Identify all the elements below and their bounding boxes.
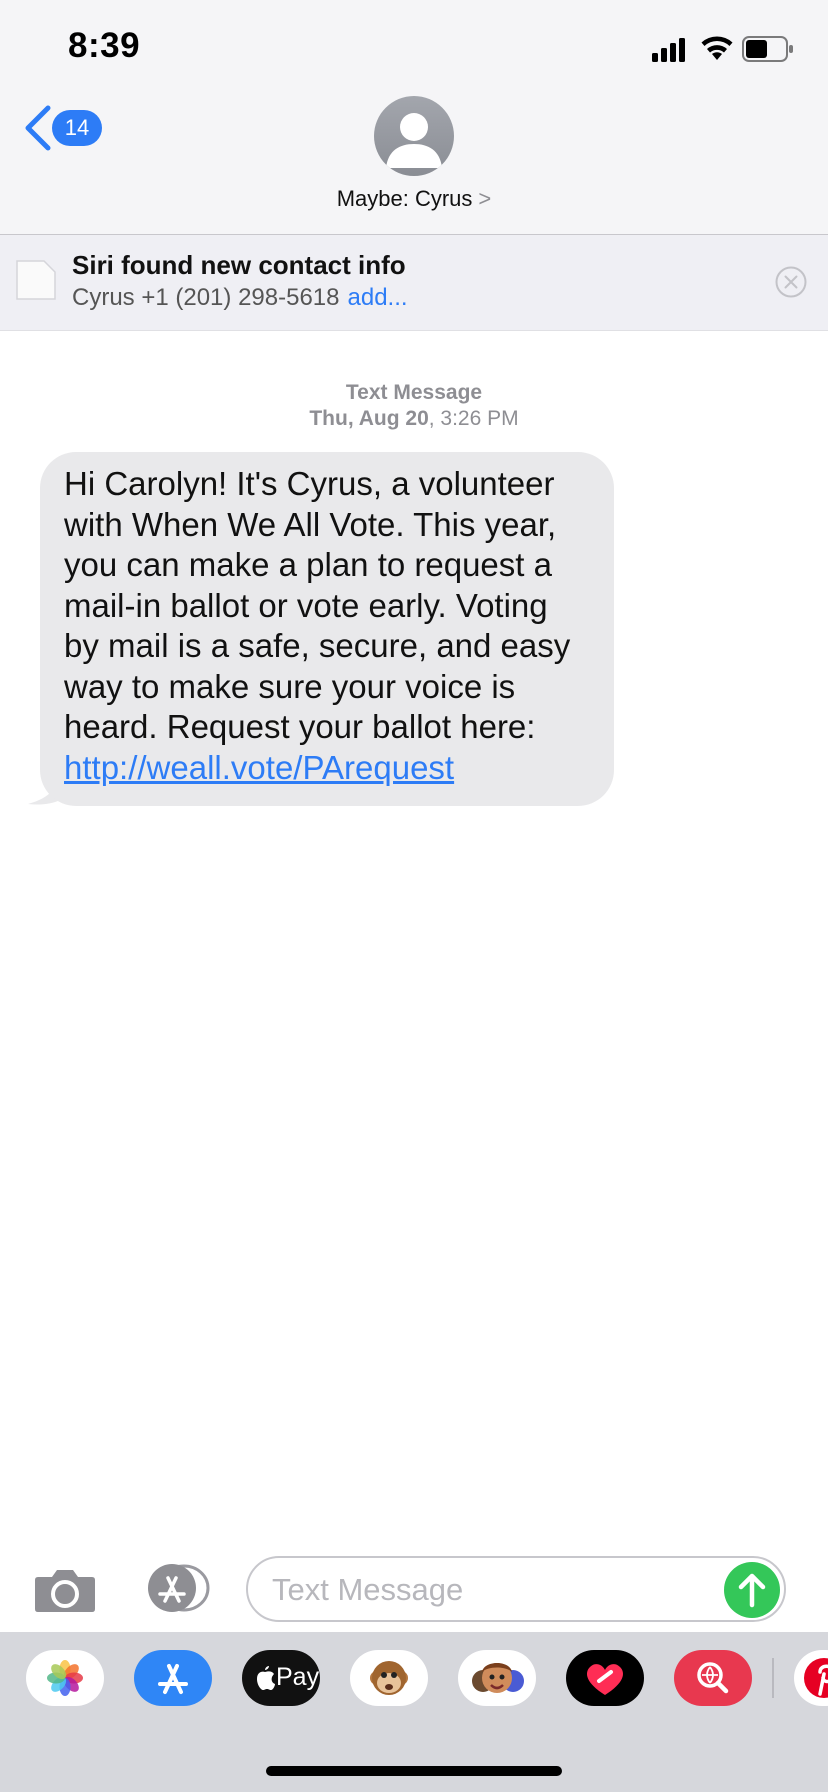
- back-chevron-icon[interactable]: [22, 104, 52, 152]
- cellular-signal-icon: [652, 38, 685, 62]
- add-contact-link[interactable]: add...: [348, 284, 408, 311]
- message-time: 3:26 PM: [440, 407, 519, 430]
- apple-pay-label: Pay: [276, 1663, 320, 1691]
- apple-pay-button[interactable]: Pay: [242, 1650, 320, 1706]
- image-search-button[interactable]: [674, 1650, 752, 1706]
- message-line: with When We All Vote. This year,: [64, 505, 557, 543]
- message-line: mail-in ballot or vote early. Voting: [64, 586, 548, 624]
- wifi-icon: [701, 36, 733, 60]
- message-line: by mail is a safe, secure, and easy: [64, 627, 571, 664]
- close-icon[interactable]: [775, 266, 807, 298]
- message-line: Hi Carolyn! It's Cyrus, a volunteer: [64, 465, 555, 502]
- digital-touch-icon: [586, 1664, 624, 1695]
- drawer-divider: [772, 1658, 774, 1698]
- message-date: Thu, Aug 20: [309, 407, 429, 430]
- app-store-button[interactable]: [134, 1650, 212, 1706]
- ballot-request-link[interactable]: http://weall.vote/PArequest: [64, 748, 590, 789]
- service-label: Text Message: [345, 381, 483, 404]
- home-indicator[interactable]: [266, 1766, 562, 1776]
- send-button[interactable]: [724, 1562, 780, 1618]
- chevron-right-icon: >: [478, 186, 492, 211]
- message-timestamp: Text Message Thu, Aug 20, 3:26 PM: [0, 380, 828, 432]
- unread-count-badge[interactable]: 14: [52, 110, 102, 146]
- person-silhouette-icon: [386, 113, 442, 168]
- photos-app-button[interactable]: [26, 1650, 104, 1706]
- status-time: 8:39: [68, 26, 141, 65]
- animoji-monkey-icon: [370, 1661, 408, 1695]
- contact-avatar[interactable]: [374, 96, 454, 176]
- message-line: heard. Request your ballot here:: [64, 708, 536, 745]
- date-time-label: Thu, Aug 20, 3:26 PM: [309, 407, 519, 430]
- incoming-message-bubble[interactable]: Hi Carolyn! It's Cyrus, a volunteer with…: [40, 452, 614, 806]
- photos-icon: [47, 1660, 83, 1696]
- memoji-button[interactable]: [458, 1650, 536, 1706]
- memoji-icon: [472, 1663, 524, 1693]
- apps-button[interactable]: [140, 1564, 212, 1612]
- contact-name-button[interactable]: Maybe: Cyrus >: [0, 186, 828, 212]
- image-search-icon: [697, 1662, 729, 1694]
- siri-suggestion-detail: Cyrus +1 (201) 298-5618 add...: [72, 284, 408, 312]
- camera-icon[interactable]: [34, 1565, 96, 1613]
- animoji-button[interactable]: [350, 1650, 428, 1706]
- message-line: you can make a plan to request a: [64, 546, 552, 583]
- contact-card-icon: [16, 260, 56, 300]
- siri-contact-number: Cyrus +1 (201) 298-5618: [72, 284, 340, 311]
- siri-suggestion-title: Siri found new contact info: [72, 250, 406, 280]
- message-input-placeholder: Text Message: [272, 1572, 464, 1607]
- message-line: way to make sure your voice is: [64, 667, 516, 705]
- digital-touch-button[interactable]: [566, 1650, 644, 1706]
- arrow-up-icon: [738, 1573, 766, 1608]
- battery-icon: [742, 36, 793, 62]
- contact-name-label: Maybe: Cyrus: [336, 186, 473, 211]
- app-store-icon: [158, 1664, 188, 1694]
- apple-logo-icon: [257, 1666, 275, 1690]
